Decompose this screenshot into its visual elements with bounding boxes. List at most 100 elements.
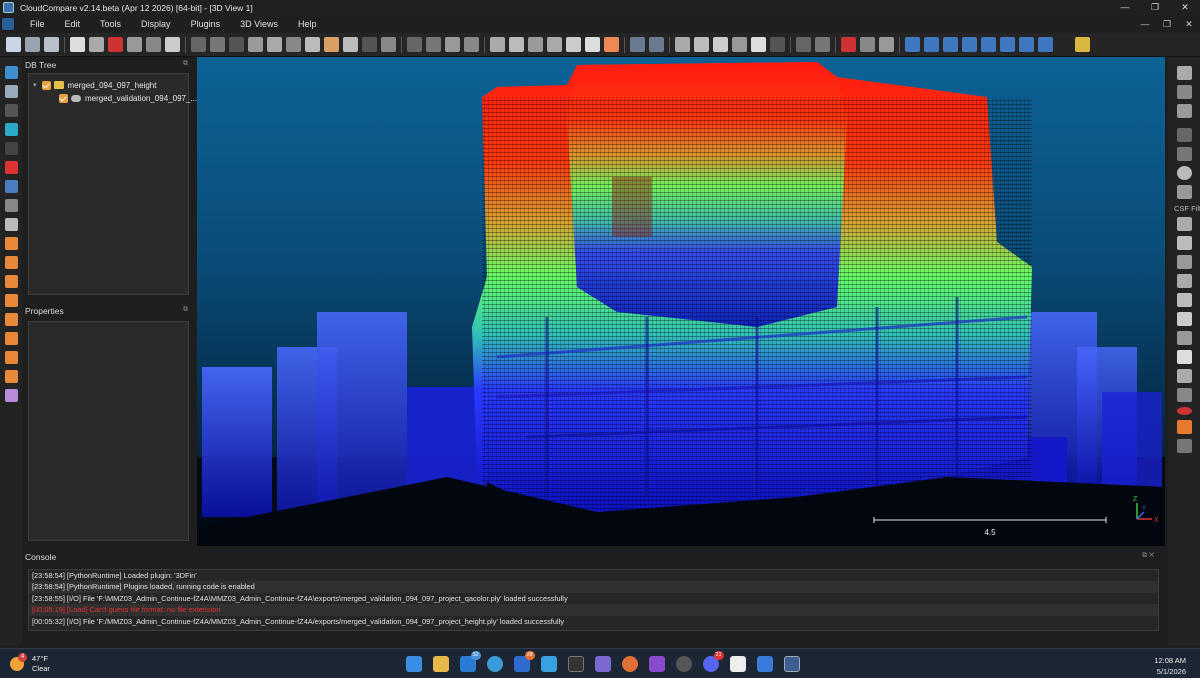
tool-g-icon[interactable]	[1176, 331, 1192, 345]
pivot-icon[interactable]	[4, 104, 18, 117]
claude-icon[interactable]	[621, 656, 638, 672]
cube-icon[interactable]	[1176, 350, 1192, 364]
iso-view-2-icon[interactable]	[4, 370, 18, 383]
shield-icon[interactable]	[1176, 185, 1192, 199]
view-monitor-icon[interactable]	[4, 66, 18, 79]
sample-icon[interactable]	[191, 37, 206, 52]
trash-icon[interactable]	[585, 37, 600, 52]
python-1-icon[interactable]	[905, 37, 920, 52]
camera-icon[interactable]	[4, 85, 18, 98]
console-float-icon[interactable]: ⧉ ✕	[1142, 552, 1154, 560]
histogram-icon[interactable]	[490, 37, 505, 52]
plugin-a-icon[interactable]	[675, 37, 690, 52]
plane-icon[interactable]	[445, 37, 460, 52]
ssao-icon[interactable]	[649, 37, 664, 52]
m3c2-right-icon[interactable]	[1176, 255, 1192, 269]
csf-filter-label[interactable]: CSF Filte	[1174, 204, 1200, 213]
plugin-e-icon[interactable]	[751, 37, 766, 52]
open-icon[interactable]	[6, 37, 21, 52]
front-view-cube-icon[interactable]	[4, 180, 18, 193]
layers-icon[interactable]	[1176, 388, 1192, 402]
menu-help[interactable]: Help	[298, 19, 317, 29]
no-entry-icon[interactable]	[1176, 65, 1192, 80]
hat-icon[interactable]	[1176, 439, 1192, 453]
collapse-arrow-icon[interactable]: ▾	[33, 81, 37, 89]
rotate-icon[interactable]	[4, 123, 18, 136]
film-icon[interactable]	[1176, 128, 1192, 142]
tree-item-group[interactable]: ▾ merged_094_097_height	[33, 79, 156, 91]
python-2-icon[interactable]	[924, 37, 939, 52]
chatgpt-icon[interactable]	[675, 656, 692, 672]
subsample-icon[interactable]	[210, 37, 225, 52]
mls-icon[interactable]	[815, 37, 830, 52]
tradingview-icon[interactable]	[729, 656, 746, 672]
python-6-icon[interactable]	[1000, 37, 1015, 52]
tree-item-checkbox[interactable]	[59, 93, 68, 103]
python-7-icon[interactable]	[1019, 37, 1034, 52]
db-tree-float-icon[interactable]: ⧉	[183, 60, 188, 68]
compass-icon[interactable]	[1176, 166, 1192, 180]
menu-file[interactable]: File	[30, 19, 45, 29]
mdi-window-icon[interactable]	[2, 18, 14, 30]
browser-icon[interactable]	[486, 656, 503, 672]
brush-icon[interactable]	[1176, 147, 1192, 161]
colorize-icon[interactable]	[324, 37, 339, 52]
distance-icon[interactable]	[528, 37, 543, 52]
mdi-minimize-button[interactable]: —	[1134, 15, 1156, 33]
tool-h-icon[interactable]	[1176, 369, 1192, 383]
pointer-icon[interactable]	[860, 37, 875, 52]
view-right-icon[interactable]	[4, 313, 18, 326]
python-5-icon[interactable]	[981, 37, 996, 52]
point-pick-icon[interactable]	[108, 37, 123, 52]
menu-edit[interactable]: Edit	[65, 19, 81, 29]
ortho-icon[interactable]	[4, 142, 18, 155]
calculator-icon[interactable]	[756, 656, 773, 672]
plugin-d-icon[interactable]	[732, 37, 747, 52]
save-all-icon[interactable]	[44, 37, 59, 52]
sf-icon[interactable]	[305, 37, 320, 52]
close-button[interactable]: ✕	[1170, 0, 1200, 15]
align-icon[interactable]	[407, 37, 422, 52]
settings-gear-icon[interactable]	[70, 37, 85, 52]
view-front-icon[interactable]	[4, 256, 18, 269]
translate-icon[interactable]	[426, 37, 441, 52]
plugin-b-icon[interactable]	[694, 37, 709, 52]
console-panel[interactable]: [23:58:54] [PythonRuntime] Loaded plugin…	[28, 569, 1159, 631]
tool-a-icon[interactable]	[1176, 84, 1192, 99]
terminal-icon[interactable]	[567, 656, 584, 672]
iso-view-1-icon[interactable]	[4, 351, 18, 364]
view-top-icon[interactable]	[4, 237, 18, 250]
noise-icon[interactable]	[229, 37, 244, 52]
orange-tool-icon[interactable]	[1176, 420, 1192, 434]
cloudcompare-taskbar-icon[interactable]	[783, 656, 800, 672]
properties-float-icon[interactable]: ⧉	[183, 306, 188, 314]
stats-icon[interactable]	[509, 37, 524, 52]
stereo-icon[interactable]	[4, 389, 18, 402]
system-clock[interactable]: 12:08 AM 5/1/2026	[1154, 655, 1186, 677]
tree-item-checkbox[interactable]	[41, 80, 51, 90]
obsidian-icon[interactable]	[648, 656, 665, 672]
tool-d-icon[interactable]	[1176, 236, 1192, 250]
measure-icon[interactable]	[464, 37, 479, 52]
clone-icon[interactable]	[127, 37, 142, 52]
mdi-restore-button[interactable]: ❐	[1156, 15, 1178, 33]
sf-gradient-icon[interactable]	[343, 37, 358, 52]
menu-display[interactable]: Display	[141, 19, 171, 29]
mdi-close-button[interactable]: ✕	[1178, 15, 1200, 33]
python-4-icon[interactable]	[962, 37, 977, 52]
view-back-icon[interactable]	[4, 294, 18, 307]
sf-color-scale-icon[interactable]	[604, 37, 619, 52]
pcv-icon[interactable]	[630, 37, 645, 52]
auto-pick-icon[interactable]	[4, 161, 18, 174]
view-left-icon[interactable]	[4, 275, 18, 288]
minimize-button[interactable]: —	[1110, 0, 1140, 15]
python-8-icon[interactable]	[1038, 37, 1053, 52]
normals-icon[interactable]	[248, 37, 263, 52]
plugin-f-icon[interactable]	[770, 37, 785, 52]
merge-icon[interactable]	[146, 37, 161, 52]
tree-item-cloud[interactable]: merged_validation_094_097_...	[59, 92, 197, 104]
back-icon[interactable]	[879, 37, 894, 52]
bounding-box-icon[interactable]	[547, 37, 562, 52]
shield-2-icon[interactable]	[1176, 274, 1192, 288]
3d-view[interactable]: 4.5 Z Y X	[197, 57, 1165, 546]
